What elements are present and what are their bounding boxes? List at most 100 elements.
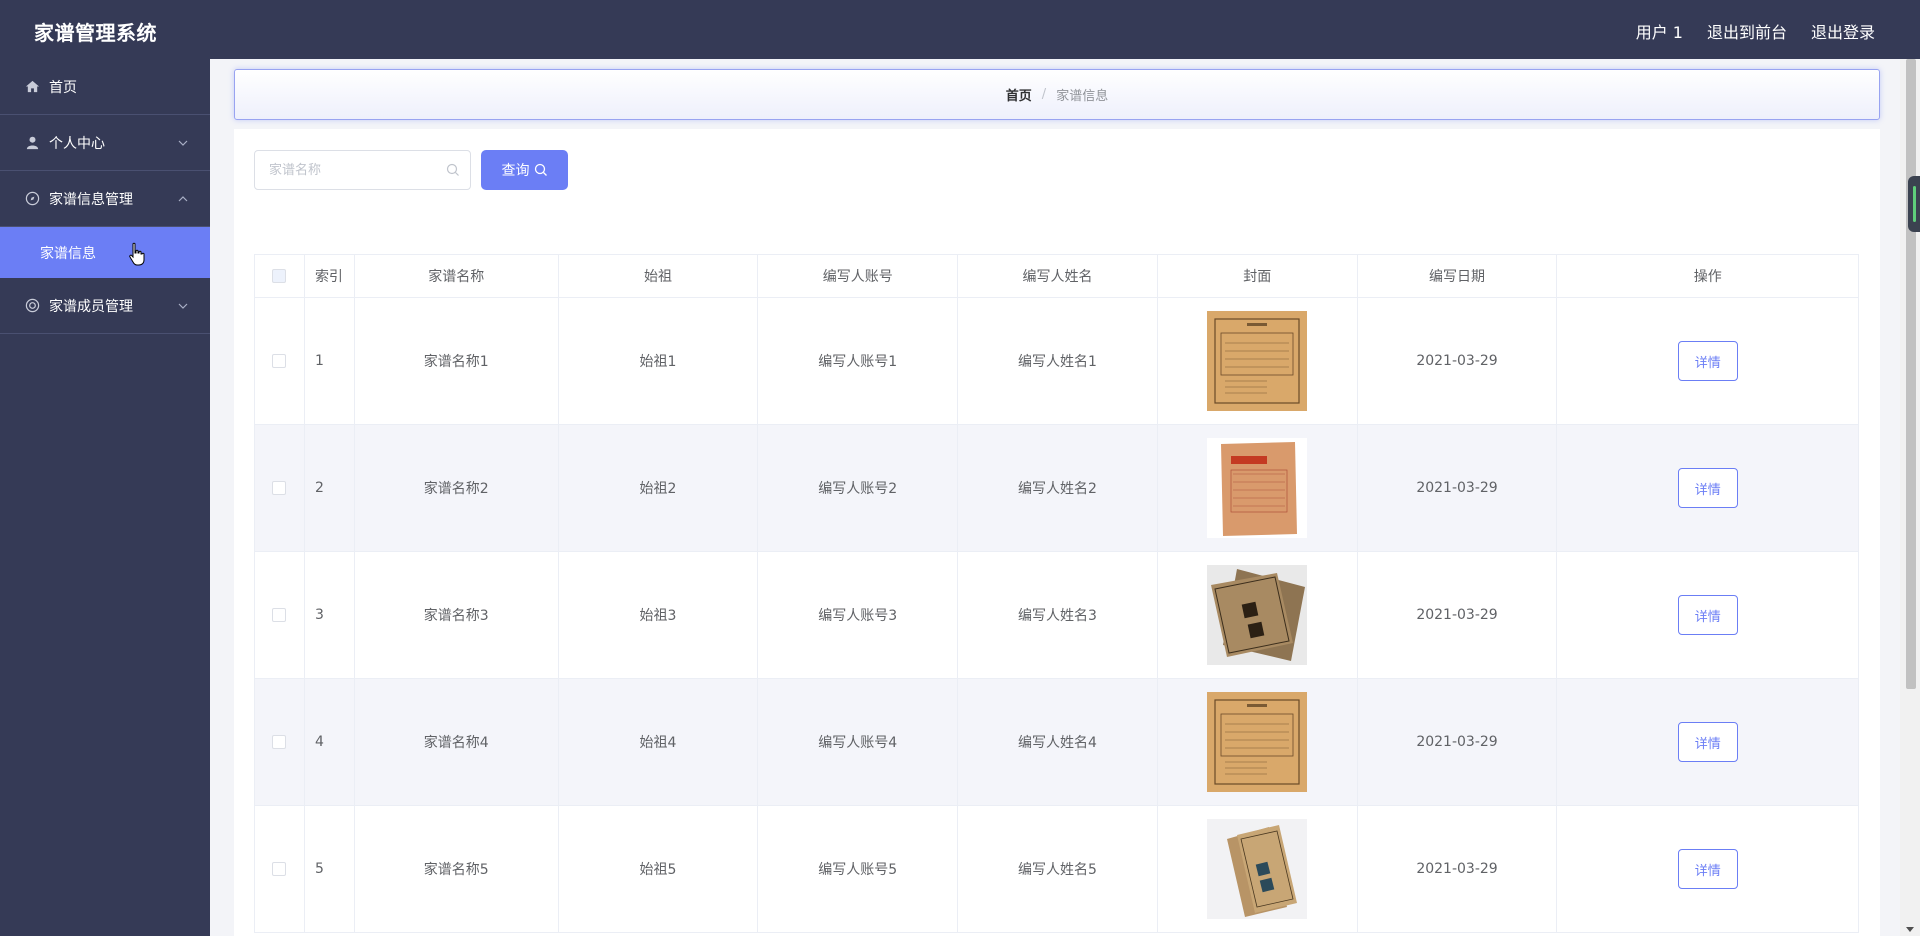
cover-image (1207, 311, 1308, 411)
sidebar: 首页 个人中心 家谱信息管理 家谱信息 家谱成员管理 (0, 59, 210, 936)
main-area: 首页 / 家谱信息 查询 索引 家谱名称 始祖 编写人账号 编写人姓名 封面 编… (210, 59, 1900, 936)
sidebar-subitem-label: 家谱信息 (40, 245, 96, 262)
header-writer-account: 编写人账号 (758, 255, 959, 297)
search-input[interactable] (255, 151, 435, 189)
breadcrumb-home[interactable]: 首页 (1006, 85, 1032, 104)
compass-icon (24, 191, 40, 207)
cell-writer-name: 编写人姓名4 (958, 679, 1158, 805)
query-button-label: 查询 (501, 163, 530, 179)
detail-button[interactable]: 详情 (1677, 722, 1738, 762)
detail-button[interactable]: 详情 (1677, 341, 1738, 381)
row-checkbox[interactable] (272, 481, 287, 495)
header-cover: 封面 (1158, 255, 1358, 297)
cell-index: 5 (305, 806, 355, 932)
table-header: 索引 家谱名称 始祖 编写人账号 编写人姓名 封面 编写日期 操作 (255, 255, 1858, 298)
home-icon (24, 79, 40, 95)
cell-ancestor: 始祖2 (559, 425, 759, 551)
cell-name: 家谱名称4 (355, 679, 559, 805)
sidebar-item-label: 家谱信息管理 (49, 191, 133, 208)
chevron-down-icon (178, 303, 188, 309)
cell-name: 家谱名称1 (355, 298, 559, 424)
breadcrumb-separator: / (1041, 87, 1047, 102)
breadcrumb: 首页 / 家谱信息 (234, 69, 1880, 120)
cell-writer-account: 编写人账号5 (758, 806, 959, 932)
cover-image (1207, 819, 1308, 919)
cell-name: 家谱名称2 (355, 425, 559, 551)
genealogy-table: 索引 家谱名称 始祖 编写人账号 编写人姓名 封面 编写日期 操作 1 家谱名称… (254, 254, 1859, 933)
detail-button[interactable]: 详情 (1677, 849, 1738, 889)
sidebar-item-label: 家谱成员管理 (49, 298, 133, 315)
cell-name: 家谱名称3 (355, 552, 559, 678)
top-bar: 家谱管理系统 用户 1 退出到前台 退出登录 (0, 0, 1920, 59)
cover-image (1207, 692, 1308, 792)
sidebar-item-personal-center[interactable]: 个人中心 (0, 115, 210, 171)
top-bar-actions: 用户 1 退出到前台 退出登录 (1636, 19, 1875, 43)
user-icon (24, 135, 40, 151)
cell-writer-account: 编写人账号1 (758, 298, 959, 424)
search-icon (446, 163, 459, 176)
cover-image (1207, 565, 1308, 665)
chevron-down-icon (178, 140, 188, 146)
table-row: 2 家谱名称2 始祖2 编写人账号2 编写人姓名2 2021-03-29 详情 (255, 425, 1858, 552)
header-writer-name: 编写人姓名 (958, 255, 1158, 297)
search-icon (534, 163, 547, 176)
header-date: 编写日期 (1358, 255, 1558, 297)
table-row: 5 家谱名称5 始祖5 编写人账号5 编写人姓名5 2021-03-29 详情 (255, 806, 1858, 933)
app-title: 家谱管理系统 (34, 21, 157, 45)
circle-icon (24, 298, 40, 314)
row-checkbox[interactable] (272, 862, 287, 876)
header-operation: 操作 (1693, 269, 1722, 285)
side-drawer-tab[interactable] (1908, 176, 1920, 232)
table-row: 4 家谱名称4 始祖4 编写人账号4 编写人姓名4 2021-03-29 详情 (255, 679, 1858, 806)
cell-ancestor: 始祖4 (559, 679, 759, 805)
cell-writer-name: 编写人姓名5 (958, 806, 1158, 932)
detail-button[interactable]: 详情 (1677, 595, 1738, 635)
cell-ancestor: 始祖5 (559, 806, 759, 932)
sidebar-item-genealogy-info-mgmt[interactable]: 家谱信息管理 (0, 171, 210, 227)
cell-writer-account: 编写人账号2 (758, 425, 959, 551)
header-ancestor: 始祖 (559, 255, 759, 297)
sidebar-item-label: 首页 (49, 79, 77, 96)
cell-writer-name: 编写人姓名3 (958, 552, 1158, 678)
user-label[interactable]: 用户 1 (1636, 19, 1683, 43)
cell-writer-account: 编写人账号4 (758, 679, 959, 805)
hand-cursor-icon (129, 242, 145, 266)
row-checkbox[interactable] (272, 354, 287, 368)
row-checkbox[interactable] (272, 735, 287, 749)
cell-ancestor: 始祖3 (559, 552, 759, 678)
cell-date: 2021-03-29 (1358, 425, 1558, 551)
select-all-checkbox[interactable] (272, 269, 287, 283)
cell-writer-name: 编写人姓名2 (958, 425, 1158, 551)
cell-name: 家谱名称5 (355, 806, 559, 932)
header-name: 家谱名称 (355, 255, 559, 297)
cell-date: 2021-03-29 (1358, 679, 1558, 805)
content-panel: 查询 索引 家谱名称 始祖 编写人账号 编写人姓名 封面 编写日期 操作 1 家… (234, 129, 1880, 936)
cell-index: 1 (305, 298, 355, 424)
scrollbar-thumb[interactable] (1906, 59, 1916, 689)
scroll-down-arrow-icon[interactable] (1906, 927, 1914, 932)
sidebar-item-home[interactable]: 首页 (0, 59, 210, 115)
query-button[interactable]: 查询 (481, 150, 568, 190)
cell-writer-name: 编写人姓名1 (958, 298, 1158, 424)
cell-date: 2021-03-29 (1358, 806, 1558, 932)
cell-date: 2021-03-29 (1358, 298, 1558, 424)
detail-button[interactable]: 详情 (1677, 468, 1738, 508)
chevron-up-icon (178, 195, 188, 201)
breadcrumb-current: 家谱信息 (1056, 89, 1109, 104)
sidebar-item-label: 个人中心 (49, 135, 105, 152)
cell-index: 2 (305, 425, 355, 551)
cell-ancestor: 始祖1 (559, 298, 759, 424)
logout-link[interactable]: 退出登录 (1811, 19, 1875, 43)
sidebar-item-genealogy-member-mgmt[interactable]: 家谱成员管理 (0, 278, 210, 334)
cell-index: 4 (305, 679, 355, 805)
row-checkbox[interactable] (272, 608, 287, 622)
table-row: 3 家谱名称3 始祖3 编写人账号3 编写人姓名3 2021-03-29 详情 (255, 552, 1858, 679)
table-row: 1 家谱名称1 始祖1 编写人账号1 编写人姓名1 2021-03-29 详情 (255, 298, 1858, 425)
cell-date: 2021-03-29 (1358, 552, 1558, 678)
sidebar-subitem-genealogy-info[interactable]: 家谱信息 (0, 227, 210, 278)
cell-index: 3 (305, 552, 355, 678)
back-to-front-link[interactable]: 退出到前台 (1707, 19, 1787, 43)
header-index: 索引 (305, 255, 355, 297)
cover-image (1207, 438, 1308, 538)
cell-writer-account: 编写人账号3 (758, 552, 959, 678)
